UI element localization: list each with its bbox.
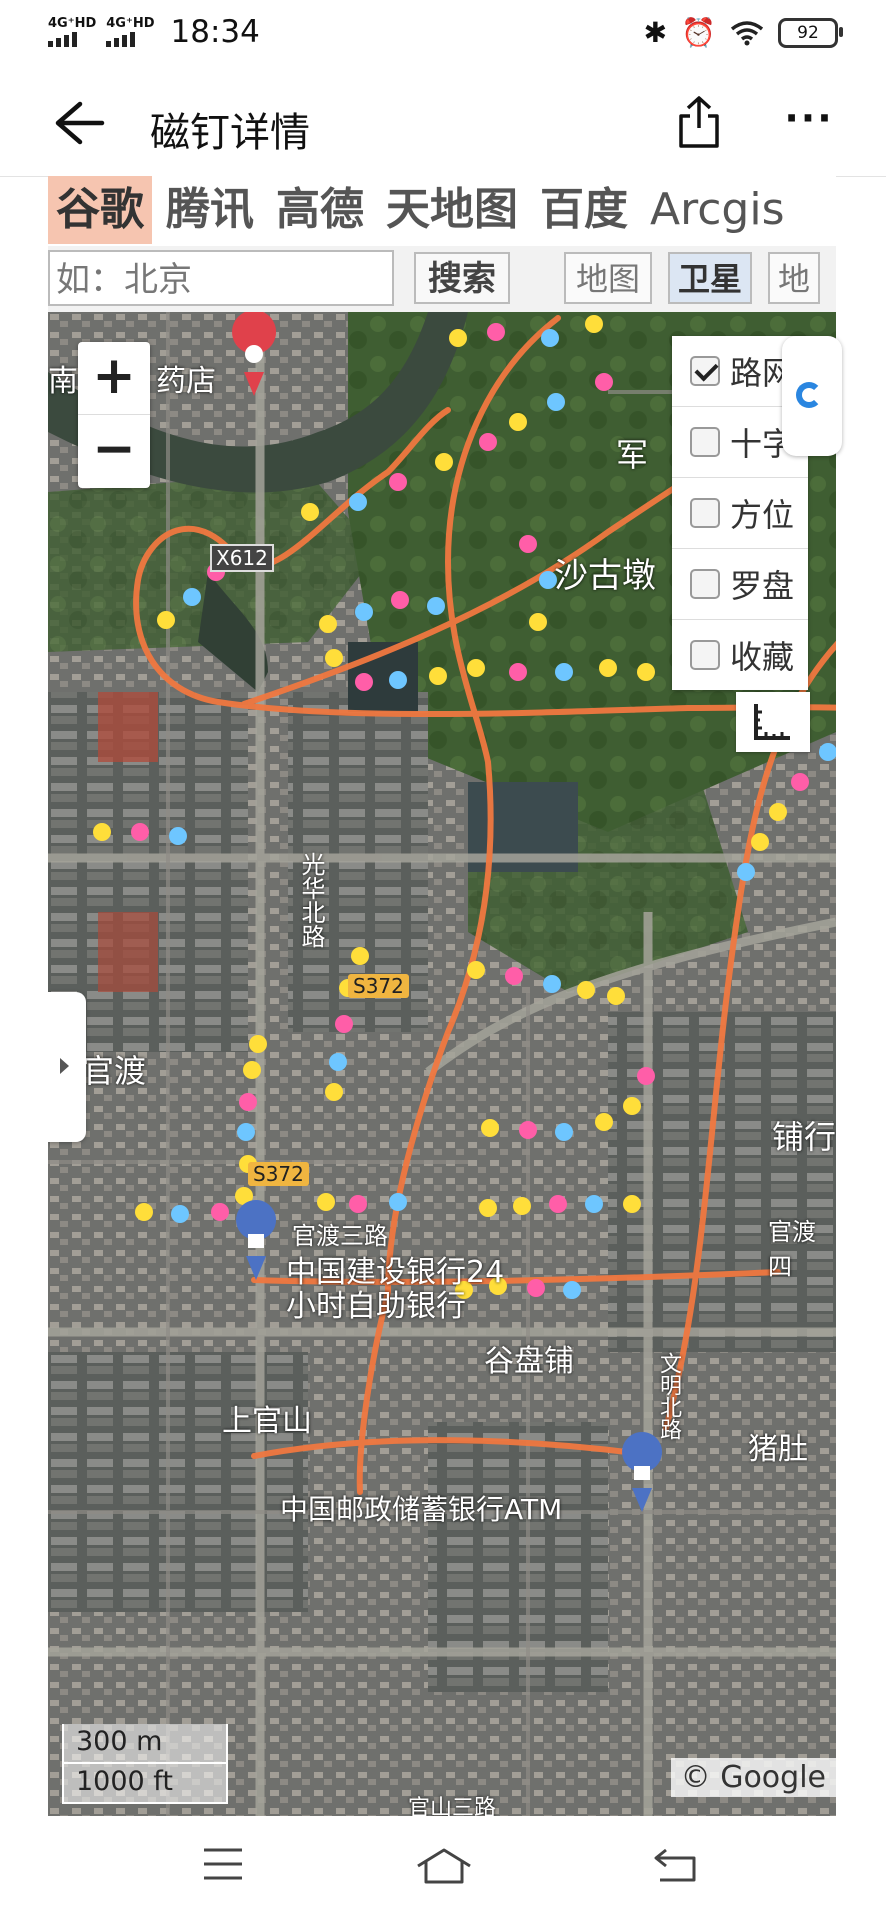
map-webview: 谷歌 腾讯 高德 天地图 百度 Arcgis 如：北京 搜索 地图 卫星 地 南… — [48, 176, 836, 1816]
signal-icon — [106, 31, 136, 47]
checkbox[interactable] — [690, 498, 720, 528]
layer-compass[interactable]: 罗盘 — [672, 549, 808, 620]
map-label: 猪肚 — [748, 1432, 808, 1467]
map-label: 官渡四 — [768, 1218, 816, 1281]
side-panel-toggle[interactable] — [48, 992, 86, 1142]
map-label: 光华北路 — [297, 852, 325, 948]
layer-label: 罗盘 — [730, 567, 795, 605]
layer-bearing[interactable]: 方位 — [672, 478, 808, 549]
share-icon[interactable] — [676, 94, 722, 150]
search-input[interactable]: 如：北京 — [48, 250, 394, 306]
tab-baidu[interactable]: 百度 — [532, 176, 636, 244]
clock: 18:34 — [170, 14, 260, 50]
scale-metric: 300 m — [62, 1724, 228, 1764]
map-label: 沙古墩 — [554, 556, 656, 596]
map-label: 铺行 — [772, 1118, 836, 1156]
app-bar: 磁钉详情 ··· — [0, 72, 886, 177]
system-nav-bar — [0, 1816, 886, 1920]
scale-imperial: 1000 ft — [62, 1764, 228, 1804]
checkbox[interactable] — [690, 569, 720, 599]
alarm-icon: ⏰ — [681, 16, 716, 49]
map-copyright: © Google — [670, 1758, 836, 1797]
satellite-map[interactable]: 南 药店 X612 军 沙古墩 光华北路 S372 S372 官渡 铺行 官渡三… — [48, 312, 836, 1816]
wifi-icon — [730, 20, 764, 45]
map-type-map-button[interactable]: 地图 — [564, 252, 652, 304]
map-label: 文明北路 — [656, 1352, 681, 1440]
status-bar: 4G⁺HD 4G⁺HD 18:34 ✱ ⏰ 92 — [0, 0, 886, 72]
signal-2: 4G⁺HD — [106, 16, 155, 47]
map-label: 药店 — [156, 364, 216, 399]
tab-arcgis[interactable]: Arcgis — [642, 176, 793, 244]
refresh-icon — [796, 382, 822, 408]
bluetooth-icon: ✱ — [643, 16, 668, 49]
signal-1: 4G⁺HD — [48, 17, 96, 47]
map-label: 上官山 — [222, 1404, 312, 1439]
checkbox-checked[interactable] — [690, 356, 720, 386]
tab-tencent[interactable]: 腾讯 — [158, 176, 262, 244]
scale-bar: 300 m 1000 ft — [62, 1724, 228, 1804]
back-icon[interactable] — [652, 1846, 698, 1884]
road-badge: X612 — [210, 544, 274, 572]
map-provider-tabs: 谷歌 腾讯 高德 天地图 百度 Arcgis — [48, 176, 836, 244]
tab-gaode[interactable]: 高德 — [268, 176, 372, 244]
map-type-satellite-button[interactable]: 卫星 — [668, 252, 752, 304]
layer-favorites[interactable]: 收藏 — [672, 620, 808, 690]
floating-assistant-button[interactable] — [782, 336, 842, 456]
menu-icon[interactable] — [202, 1846, 244, 1882]
more-options-icon[interactable]: ··· — [784, 94, 834, 150]
measure-ruler-icon[interactable] — [736, 692, 810, 752]
map-label: 官渡 — [82, 1052, 147, 1090]
road-badge: S372 — [348, 974, 409, 998]
home-icon[interactable] — [414, 1846, 474, 1886]
zoom-out-button[interactable]: − — [78, 415, 150, 487]
checkbox[interactable] — [690, 640, 720, 670]
checkbox[interactable] — [690, 427, 720, 457]
map-label: 军 — [616, 436, 649, 474]
layer-label: 方位 — [730, 496, 795, 534]
signal-icon — [48, 31, 77, 47]
map-label: 官山三路 — [408, 1796, 497, 1816]
layer-label: 收藏 — [730, 638, 795, 676]
search-row: 如：北京 搜索 地图 卫星 地 — [48, 246, 836, 312]
back-arrow-icon[interactable] — [50, 98, 106, 148]
map-type-terrain-button[interactable]: 地 — [768, 252, 820, 304]
road-badge: S372 — [248, 1162, 309, 1186]
map-label: 中国建设银行24小时自助银行 — [286, 1255, 505, 1324]
map-label: 中国邮政储蓄银行ATM — [280, 1493, 563, 1526]
tab-tianditu[interactable]: 天地图 — [378, 176, 526, 244]
network-label-2: 4G⁺HD — [106, 16, 155, 31]
network-label-1: 4G⁺HD — [48, 16, 97, 31]
map-label: 官渡三路 — [292, 1222, 388, 1250]
page-title: 磁钉详情 — [150, 110, 310, 156]
map-label: 谷盘铺 — [484, 1344, 574, 1379]
tab-google[interactable]: 谷歌 — [48, 176, 152, 244]
search-button[interactable]: 搜索 — [414, 252, 510, 304]
zoom-control: + − — [78, 342, 150, 488]
battery-icon: 92 — [778, 17, 843, 48]
map-label: 南 — [48, 364, 78, 399]
zoom-in-button[interactable]: + — [78, 342, 150, 415]
